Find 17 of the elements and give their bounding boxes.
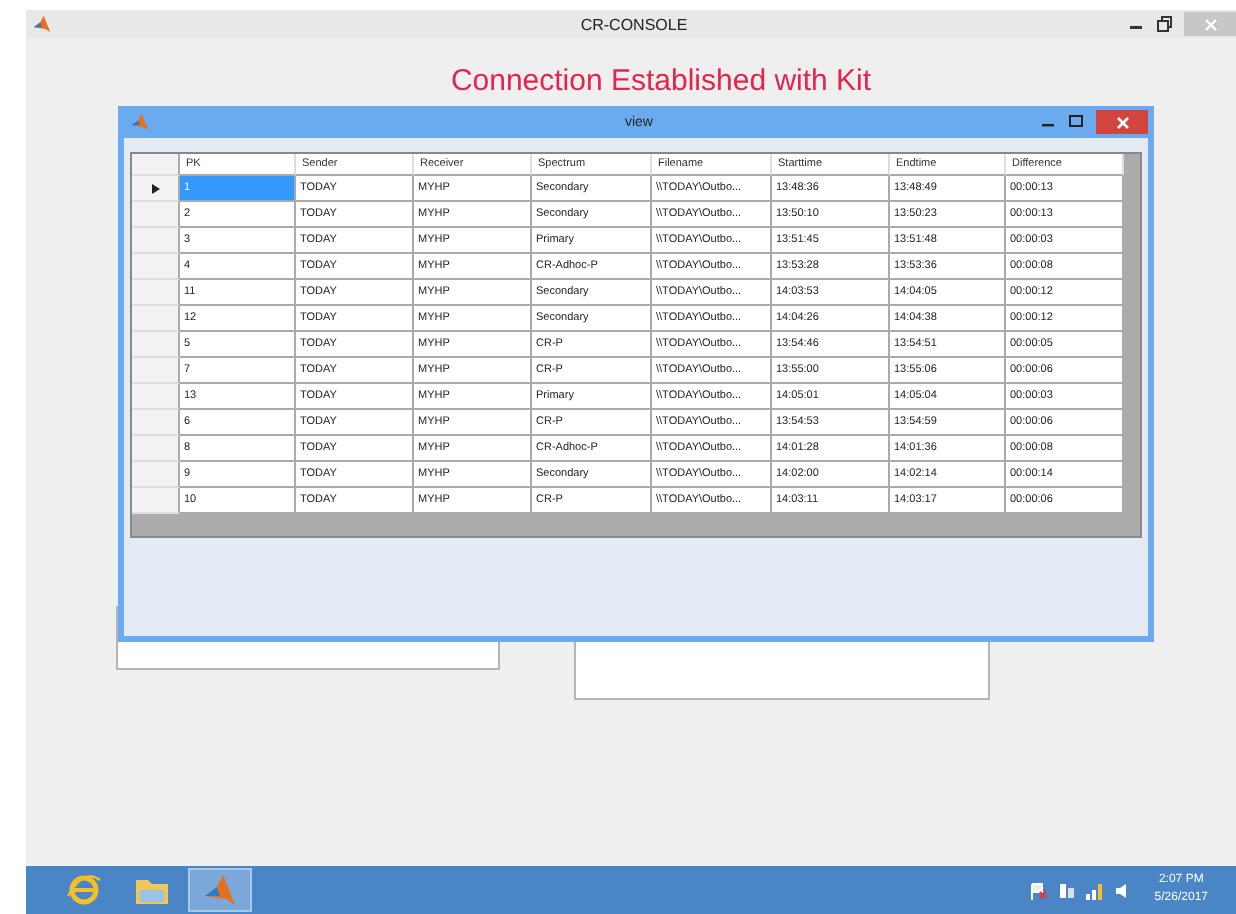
browser-icon [66,872,102,908]
row-header[interactable] [132,176,180,202]
maximize-icon[interactable] [1068,114,1084,130]
network-icon[interactable] [1058,881,1077,899]
signal-icon[interactable] [1086,881,1105,899]
close-icon [1115,115,1129,129]
folder-icon [134,874,170,906]
status-heading: Connection Established with Kit [450,64,872,98]
matlab-button[interactable] [188,868,252,912]
restore-icon[interactable] [1156,16,1172,32]
window-title: CR-CONSOLE [580,15,688,33]
matlab-logo-icon [130,112,150,132]
flag-icon[interactable] [1030,881,1049,899]
close-button[interactable] [1096,110,1148,134]
matlab-logo-icon [32,14,52,34]
matlab-logo-icon [202,872,238,908]
close-icon [1203,17,1217,31]
